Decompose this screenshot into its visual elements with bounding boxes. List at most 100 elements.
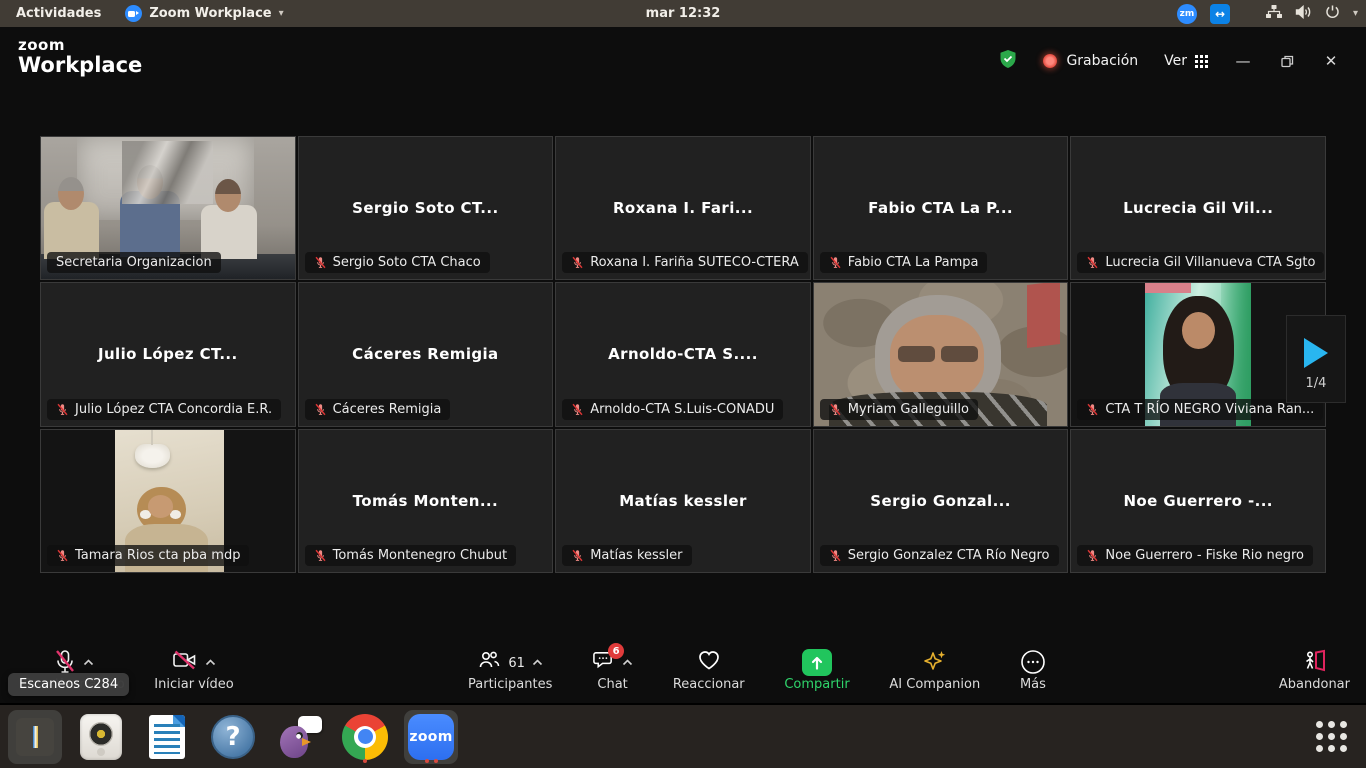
muted-mic-icon bbox=[314, 549, 327, 562]
page-indicator: 1/4 bbox=[1306, 376, 1327, 391]
participant-tile[interactable]: Fabio CTA La P...Fabio CTA La Pampa bbox=[813, 136, 1069, 280]
share-button[interactable]: Compartir bbox=[784, 644, 849, 692]
participant-label: Myriam Galleguillo bbox=[820, 399, 978, 420]
power-icon[interactable] bbox=[1325, 4, 1340, 23]
participant-label: Sergio Soto CTA Chaco bbox=[305, 252, 490, 273]
start-video-label: Iniciar vídeo bbox=[154, 677, 233, 692]
participants-caret[interactable] bbox=[532, 655, 543, 670]
participant-tile[interactable]: Tomás Monten...Tomás Montenegro Chubut bbox=[298, 429, 554, 573]
leave-button[interactable]: Abandonar bbox=[1279, 644, 1350, 692]
more-ellipsis-icon bbox=[1020, 649, 1046, 675]
dock-item-chrome[interactable] bbox=[338, 710, 392, 764]
dock: ? zoom bbox=[0, 705, 1366, 768]
participant-tile[interactable]: Sergio Soto CT...Sergio Soto CTA Chaco bbox=[298, 136, 554, 280]
participant-name-text: Roxana I. Fariña SUTECO-CTERA bbox=[590, 255, 799, 270]
participant-label: Tomás Montenegro Chubut bbox=[305, 545, 517, 566]
app-menu[interactable]: Zoom Workplace ▾ bbox=[125, 5, 283, 22]
gallery-next-page-button[interactable]: 1/4 bbox=[1286, 315, 1346, 403]
activities-button[interactable]: Actividades bbox=[10, 4, 107, 23]
participant-tile[interactable]: Secretaria Organizacion bbox=[40, 136, 296, 280]
dock-item-help[interactable]: ? bbox=[206, 710, 260, 764]
participant-tile[interactable]: Cáceres RemigiaCáceres Remigia bbox=[298, 282, 554, 426]
restore-button[interactable] bbox=[1278, 52, 1296, 70]
network-icon[interactable] bbox=[1266, 5, 1282, 23]
participant-label: Cáceres Remigia bbox=[305, 399, 451, 420]
chevron-down-icon: ▾ bbox=[279, 8, 284, 19]
volume-icon[interactable] bbox=[1295, 5, 1312, 23]
mic-options-caret[interactable] bbox=[83, 655, 94, 670]
participant-label: Matías kessler bbox=[562, 545, 691, 566]
recording-indicator[interactable]: Grabación bbox=[1043, 53, 1138, 69]
more-label: Más bbox=[1020, 677, 1046, 692]
gnome-top-bar: Actividades Zoom Workplace ▾ mar 12:32 z… bbox=[0, 0, 1366, 27]
muted-mic-icon bbox=[314, 403, 327, 416]
chat-caret[interactable] bbox=[622, 655, 633, 670]
participants-label: Participantes bbox=[468, 677, 552, 692]
show-applications-button[interactable] bbox=[1312, 717, 1352, 757]
participants-button[interactable]: 61 Participantes bbox=[468, 644, 552, 692]
react-button[interactable]: Reaccionar bbox=[673, 644, 745, 692]
zoom-tray-icon[interactable]: zm bbox=[1177, 4, 1197, 24]
participant-tile[interactable]: Noe Guerrero -...Noe Guerrero - Fiske Ri… bbox=[1070, 429, 1326, 573]
participant-name-text: Matías kessler bbox=[590, 548, 682, 563]
zoom-app-icon bbox=[125, 5, 142, 22]
participant-tile[interactable]: Lucrecia Gil Vil...Lucrecia Gil Villanue… bbox=[1070, 136, 1326, 280]
participant-label: Secretaria Organizacion bbox=[47, 252, 221, 273]
leave-label: Abandonar bbox=[1279, 677, 1350, 692]
participant-tile[interactable]: Arnoldo-CTA S....Arnoldo-CTA S.Luis-CONA… bbox=[555, 282, 811, 426]
video-art-shape bbox=[1145, 283, 1191, 293]
ai-companion-button[interactable]: AI Companion bbox=[889, 644, 980, 692]
help-icon: ? bbox=[211, 715, 255, 759]
video-art-shape bbox=[122, 141, 213, 204]
video-art-shape bbox=[898, 346, 935, 362]
muted-mic-icon bbox=[1086, 256, 1099, 269]
share-screen-icon bbox=[802, 649, 832, 676]
participant-label: Julio López CTA Concordia E.R. bbox=[47, 399, 281, 420]
text-editor-icon bbox=[16, 718, 54, 756]
dock-item-zoom[interactable]: zoom bbox=[404, 710, 458, 764]
participant-tile[interactable]: Matías kesslerMatías kessler bbox=[555, 429, 811, 573]
video-art-shape bbox=[201, 205, 257, 259]
video-art-shape bbox=[151, 430, 153, 445]
participant-name-text: Myriam Galleguillo bbox=[848, 402, 969, 417]
muted-mic-icon bbox=[829, 403, 842, 416]
device-tooltip: Escaneos C284 bbox=[8, 673, 129, 696]
chat-button[interactable]: 6 Chat bbox=[592, 644, 633, 692]
view-button[interactable]: Ver bbox=[1164, 53, 1208, 69]
video-options-caret[interactable] bbox=[205, 655, 216, 670]
participant-tile[interactable]: Sergio Gonzal...Sergio Gonzalez CTA Río … bbox=[813, 429, 1069, 573]
teamviewer-tray-icon[interactable]: ↔ bbox=[1210, 4, 1230, 24]
participant-name-text: Tomás Montenegro Chubut bbox=[333, 548, 508, 563]
video-grid: Secretaria Organizacion Sergio Soto CT...… bbox=[40, 136, 1326, 573]
more-button[interactable]: Más bbox=[1020, 644, 1046, 692]
participant-name-text: Arnoldo-CTA S.Luis-CONADU bbox=[590, 402, 774, 417]
participant-tile[interactable]: Tamara Rios cta pba mdp bbox=[40, 429, 296, 573]
dock-item-text-editor[interactable] bbox=[8, 710, 62, 764]
system-menu-caret-icon[interactable]: ▾ bbox=[1353, 8, 1358, 19]
participants-count: 61 bbox=[508, 656, 525, 671]
start-video-button[interactable]: Iniciar vídeo bbox=[142, 644, 246, 692]
close-button[interactable]: ✕ bbox=[1322, 52, 1340, 70]
participant-tile[interactable]: Myriam Galleguillo bbox=[813, 282, 1069, 426]
zoom-workplace-logo: zoom Workplace bbox=[18, 38, 142, 76]
recording-dot-icon bbox=[1043, 54, 1057, 68]
participant-tile[interactable]: Roxana I. Fari...Roxana I. Fariña SUTECO… bbox=[555, 136, 811, 280]
dock-item-audio[interactable] bbox=[74, 710, 128, 764]
muted-mic-icon bbox=[1086, 549, 1099, 562]
zoom-window: zoom Workplace Grabación Ver — ✕ Secreta… bbox=[0, 27, 1366, 703]
participant-tile[interactable]: Julio López CT...Julio López CTA Concord… bbox=[40, 282, 296, 426]
participant-label: Arnoldo-CTA S.Luis-CONADU bbox=[562, 399, 783, 420]
sparkles-icon bbox=[922, 649, 948, 673]
dock-item-pidgin[interactable] bbox=[272, 710, 326, 764]
dock-item-libreoffice-writer[interactable] bbox=[140, 710, 194, 764]
writer-document-icon bbox=[149, 715, 185, 759]
minimize-button[interactable]: — bbox=[1234, 52, 1252, 70]
grid-view-icon bbox=[1195, 55, 1208, 68]
app-menu-label: Zoom Workplace bbox=[149, 6, 271, 21]
participant-name-text: Cáceres Remigia bbox=[333, 402, 442, 417]
participant-label: Tamara Rios cta pba mdp bbox=[47, 545, 249, 566]
participant-name-text: CTA T RÍO NEGRO Viviana Ran... bbox=[1105, 402, 1314, 417]
video-art-shape bbox=[44, 202, 100, 259]
security-shield-icon[interactable] bbox=[999, 49, 1017, 73]
participant-name-text: Sergio Gonzalez CTA Río Negro bbox=[848, 548, 1050, 563]
